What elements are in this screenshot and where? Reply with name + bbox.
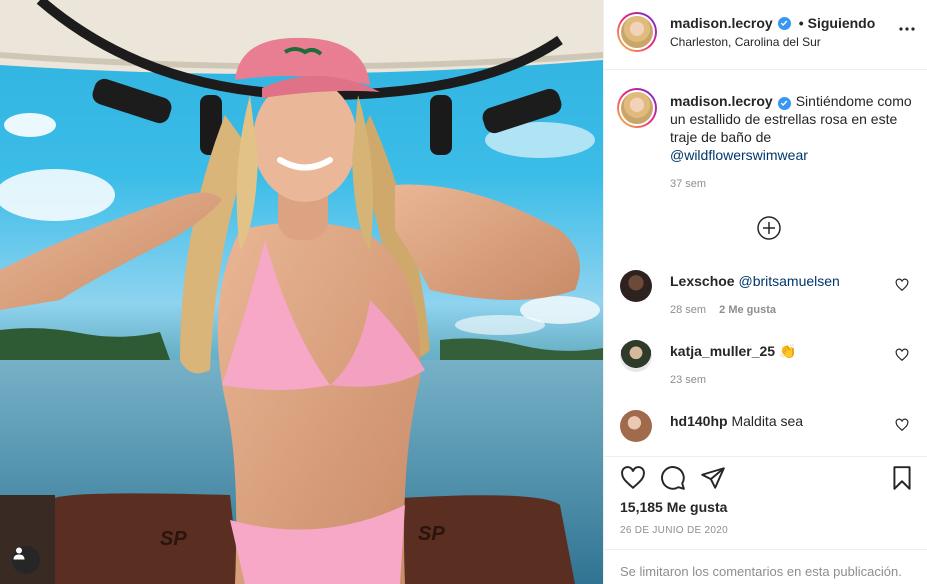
post-caption: madison.lecroy Sintiéndome como un estall… — [604, 71, 927, 216]
comment-text: katja_muller_25 👏 — [670, 343, 890, 360]
heart-icon — [621, 466, 645, 490]
post-photo[interactable]: SP SP — [0, 0, 603, 584]
caption-timestamp[interactable]: 37 sem — [670, 178, 706, 190]
comment-body: 👏 — [778, 343, 797, 359]
load-more-comments-button[interactable] — [757, 216, 781, 240]
comments-limited-notice: Se limitaron los comentarios en esta pub… — [604, 549, 927, 584]
comment-username[interactable]: hd140hp — [670, 413, 728, 429]
comment-button[interactable] — [660, 465, 686, 491]
comment-icon — [661, 466, 685, 490]
avatar[interactable] — [617, 88, 657, 128]
header-username[interactable]: madison.lecroy — [670, 15, 773, 31]
comment-item: katja_muller_25 👏 23 sem — [604, 340, 927, 410]
plus-circle-icon — [757, 216, 781, 240]
caption-username[interactable]: madison.lecroy — [670, 93, 773, 109]
caption-mention-link[interactable]: @wildflowerswimwear — [670, 147, 808, 163]
comment-mention-link[interactable]: @britsamuelsen — [738, 273, 839, 289]
comment-timestamp[interactable]: 23 sem — [670, 374, 706, 386]
verified-badge-icon — [777, 96, 791, 110]
follow-separator: • — [798, 15, 804, 31]
comment-like-heart-icon[interactable] — [895, 418, 909, 432]
comment-username[interactable]: katja_muller_25 — [670, 343, 775, 359]
comment-username[interactable]: Lexschoe — [670, 273, 735, 289]
avatar[interactable] — [620, 270, 652, 302]
comment-meta: 23 sem — [670, 374, 706, 386]
comment-like-heart-icon[interactable] — [895, 348, 909, 362]
comment-likes-link[interactable]: 2 Me gusta — [719, 304, 776, 316]
photo-illustration: SP SP — [0, 0, 603, 584]
verified-badge-icon — [777, 16, 791, 30]
comment-timestamp[interactable]: 28 sem — [670, 304, 706, 316]
header-user-row: madison.lecroy • Siguiendo — [670, 15, 875, 31]
user-tag-button[interactable] — [12, 546, 40, 574]
likes-count-link[interactable]: 15,185 Me gusta — [620, 499, 727, 515]
comment-item: hd140hp Maldita sea — [604, 410, 927, 456]
location-link[interactable]: Charleston, Carolina del Sur — [670, 35, 821, 49]
more-options-button[interactable] — [895, 17, 919, 41]
post-date[interactable]: 26 DE JUNIO DE 2020 — [620, 525, 728, 536]
svg-text:SP: SP — [418, 523, 445, 545]
avatar[interactable] — [620, 340, 652, 372]
comment-text: hd140hp Maldita sea — [670, 413, 890, 429]
share-button[interactable] — [700, 465, 726, 491]
comment-body: Maldita sea — [731, 413, 804, 429]
post-side-panel: madison.lecroy • Siguiendo Charleston, C… — [603, 0, 927, 584]
action-bar — [616, 465, 915, 491]
post-header: madison.lecroy • Siguiendo Charleston, C… — [604, 0, 927, 70]
save-button[interactable] — [889, 465, 915, 491]
post-actions: 15,185 Me gusta 26 DE JUNIO DE 2020 Se l… — [604, 456, 927, 584]
caption-text: madison.lecroy Sintiéndome como un estall… — [670, 92, 912, 164]
comment-text: Lexschoe @britsamuelsen — [670, 273, 890, 289]
comments-section[interactable]: madison.lecroy Sintiéndome como un estall… — [604, 71, 927, 456]
avatar[interactable] — [617, 12, 657, 52]
more-options-icon — [899, 27, 915, 31]
like-button[interactable] — [620, 465, 646, 491]
comment-meta: 28 sem 2 Me gusta — [670, 304, 776, 316]
avatar[interactable] — [620, 410, 652, 442]
bookmark-icon — [893, 466, 911, 490]
following-button[interactable]: Siguiendo — [808, 15, 876, 31]
comment-item: Lexschoe @britsamuelsen 28 sem 2 Me gust… — [604, 270, 927, 340]
comment-like-heart-icon[interactable] — [895, 278, 909, 292]
svg-text:SP: SP — [160, 528, 187, 550]
share-icon — [701, 467, 725, 489]
user-tag-icon — [13, 547, 25, 560]
